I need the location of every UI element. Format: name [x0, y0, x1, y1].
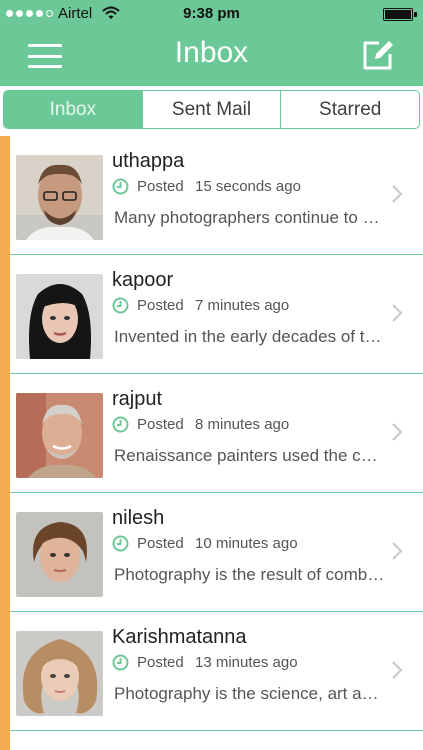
- clock-icon: [112, 297, 129, 314]
- list-item[interactable]: uthappa Posted 15 seconds ago Many photo…: [10, 136, 423, 255]
- message-list: uthappa Posted 15 seconds ago Many photo…: [0, 136, 423, 750]
- message-preview: Renaissance painters used the camera obs…: [114, 446, 386, 465]
- app-header: Airtel 9:38 pm Inbox: [0, 0, 423, 86]
- time-ago: 13 minutes ago: [195, 654, 298, 671]
- nav-bar: Inbox: [0, 28, 423, 86]
- posted-label: Posted: [137, 297, 184, 314]
- battery-icon: [383, 8, 417, 21]
- sender-name: nilesh: [112, 507, 165, 529]
- message-preview: Many photographers continue to produce s…: [114, 208, 386, 227]
- clock-icon: [112, 535, 129, 552]
- list-item[interactable]: Karishmatanna Posted 13 minutes ago Phot…: [10, 612, 423, 731]
- posted-label: Posted: [137, 654, 184, 671]
- chevron-right-icon: [392, 661, 403, 679]
- sender-name: Karishmatanna: [112, 626, 247, 648]
- list-accent-bar: [0, 136, 10, 750]
- tab-inbox[interactable]: Inbox: [4, 91, 143, 128]
- page-title: Inbox: [174, 36, 249, 69]
- compose-icon[interactable]: [361, 38, 395, 72]
- chevron-right-icon: [392, 423, 403, 441]
- mailbox-tabs: Inbox Sent Mail Starred: [3, 90, 420, 129]
- avatar: [16, 155, 103, 240]
- avatar: [16, 631, 103, 716]
- time-ago: 8 minutes ago: [195, 416, 290, 433]
- tab-sent-mail[interactable]: Sent Mail: [143, 91, 282, 128]
- message-preview: Photography is the science, art and prac…: [114, 684, 386, 703]
- clock-icon: [112, 178, 129, 195]
- chevron-right-icon: [392, 304, 403, 322]
- time-ago: 10 minutes ago: [195, 535, 298, 552]
- list-item[interactable]: rajput Posted 8 minutes ago Renaissance …: [10, 374, 423, 493]
- time-ago: 15 seconds ago: [195, 178, 301, 195]
- sender-name: rajput: [112, 388, 163, 410]
- avatar: [16, 274, 103, 359]
- status-time: 9:38 pm: [183, 5, 240, 22]
- sender-name: kapoor: [112, 269, 174, 291]
- time-ago: 7 minutes ago: [195, 297, 290, 314]
- avatar: [16, 393, 103, 478]
- posted-label: Posted: [137, 416, 184, 433]
- tab-starred[interactable]: Starred: [281, 91, 419, 128]
- status-bar: Airtel 9:38 pm: [0, 0, 423, 28]
- list-item[interactable]: nilesh Posted 10 minutes ago Photography…: [10, 493, 423, 612]
- chevron-right-icon: [392, 542, 403, 560]
- clock-icon: [112, 416, 129, 433]
- avatar: [16, 512, 103, 597]
- message-preview: Photography is the result of combining s…: [114, 565, 386, 584]
- clock-icon: [112, 654, 129, 671]
- list-item[interactable]: kapoor Posted 7 minutes ago Invented in …: [10, 255, 423, 374]
- posted-label: Posted: [137, 178, 184, 195]
- chevron-right-icon: [392, 185, 403, 203]
- sender-name: uthappa: [112, 150, 185, 172]
- message-preview: Invented in the early decades of the 19t…: [114, 327, 386, 346]
- posted-label: Posted: [137, 535, 184, 552]
